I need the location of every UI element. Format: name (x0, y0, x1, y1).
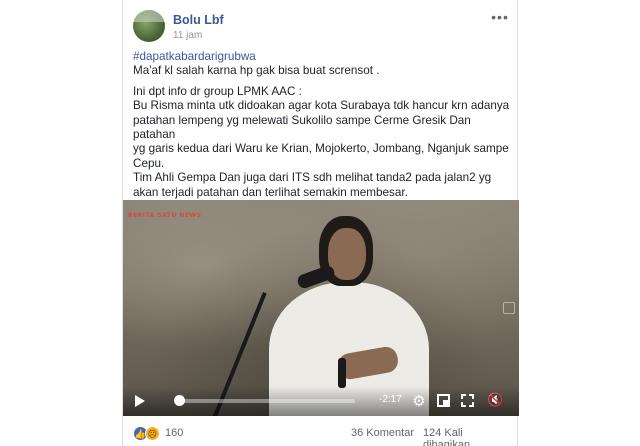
post-header: Bolu Lbf 11 jam ••• (133, 10, 509, 50)
post-footer: 👍 ☹ 160 36 Komentar 124 Kali dibagikan (133, 426, 509, 446)
post-line: Bu Risma minta utk didoakan agar kota Su… (133, 99, 510, 113)
post-card: Bolu Lbf 11 jam ••• #dapatkabardarigrubw… (122, 0, 519, 446)
post-timestamp[interactable]: 11 jam (173, 30, 202, 41)
post-line: Ini dpt info dr group LPMK AAC : (133, 84, 302, 98)
video-controls: -2:17 ⚙ 🔇 (123, 386, 519, 416)
remaining-time: -2:17 (379, 394, 402, 405)
author-name[interactable]: Bolu Lbf (173, 13, 224, 27)
hashtag-link[interactable]: #dapatkabardarigrubwa (133, 50, 511, 64)
expand-icon[interactable] (503, 302, 515, 314)
more-options-icon[interactable]: ••• (491, 10, 509, 26)
sad-icon[interactable]: ☹ (145, 426, 160, 441)
mute-icon[interactable]: 🔇 (487, 393, 509, 409)
video-watermark: BERITA SATU NEWS (128, 212, 202, 219)
gear-icon[interactable]: ⚙ (411, 393, 427, 409)
fullscreen-icon[interactable] (461, 394, 474, 407)
post-line: patahan lempeng yg melewati Sukolilo sam… (133, 113, 471, 142)
play-icon[interactable] (135, 395, 145, 407)
comments-count[interactable]: 36 Komentar (351, 427, 414, 439)
post-line: Tim Ahli Gempa Dan juga dari ITS sdh mel… (133, 171, 492, 185)
post-line: Cepu. (133, 156, 165, 170)
avatar[interactable] (133, 10, 165, 42)
shares-count[interactable]: 124 Kali dibagikan (423, 427, 509, 446)
video-player[interactable]: BERITA SATU NEWS -2:17 ⚙ 🔇 (123, 200, 519, 416)
progress-handle[interactable] (173, 395, 185, 406)
progress-bar[interactable] (175, 399, 355, 403)
post-line: yg garis kedua dari Waru ke Krian, Mojok… (133, 142, 509, 156)
post-line: akan terjadi patahan dan terlihat semaki… (133, 185, 408, 199)
post-line: Ma'af kl salah karna hp gak bisa buat sc… (133, 64, 380, 78)
reaction-count[interactable]: 160 (165, 427, 183, 439)
picture-in-picture-icon[interactable] (437, 394, 450, 407)
post-text: #dapatkabardarigrubwa Ma'af kl salah kar… (133, 50, 511, 200)
